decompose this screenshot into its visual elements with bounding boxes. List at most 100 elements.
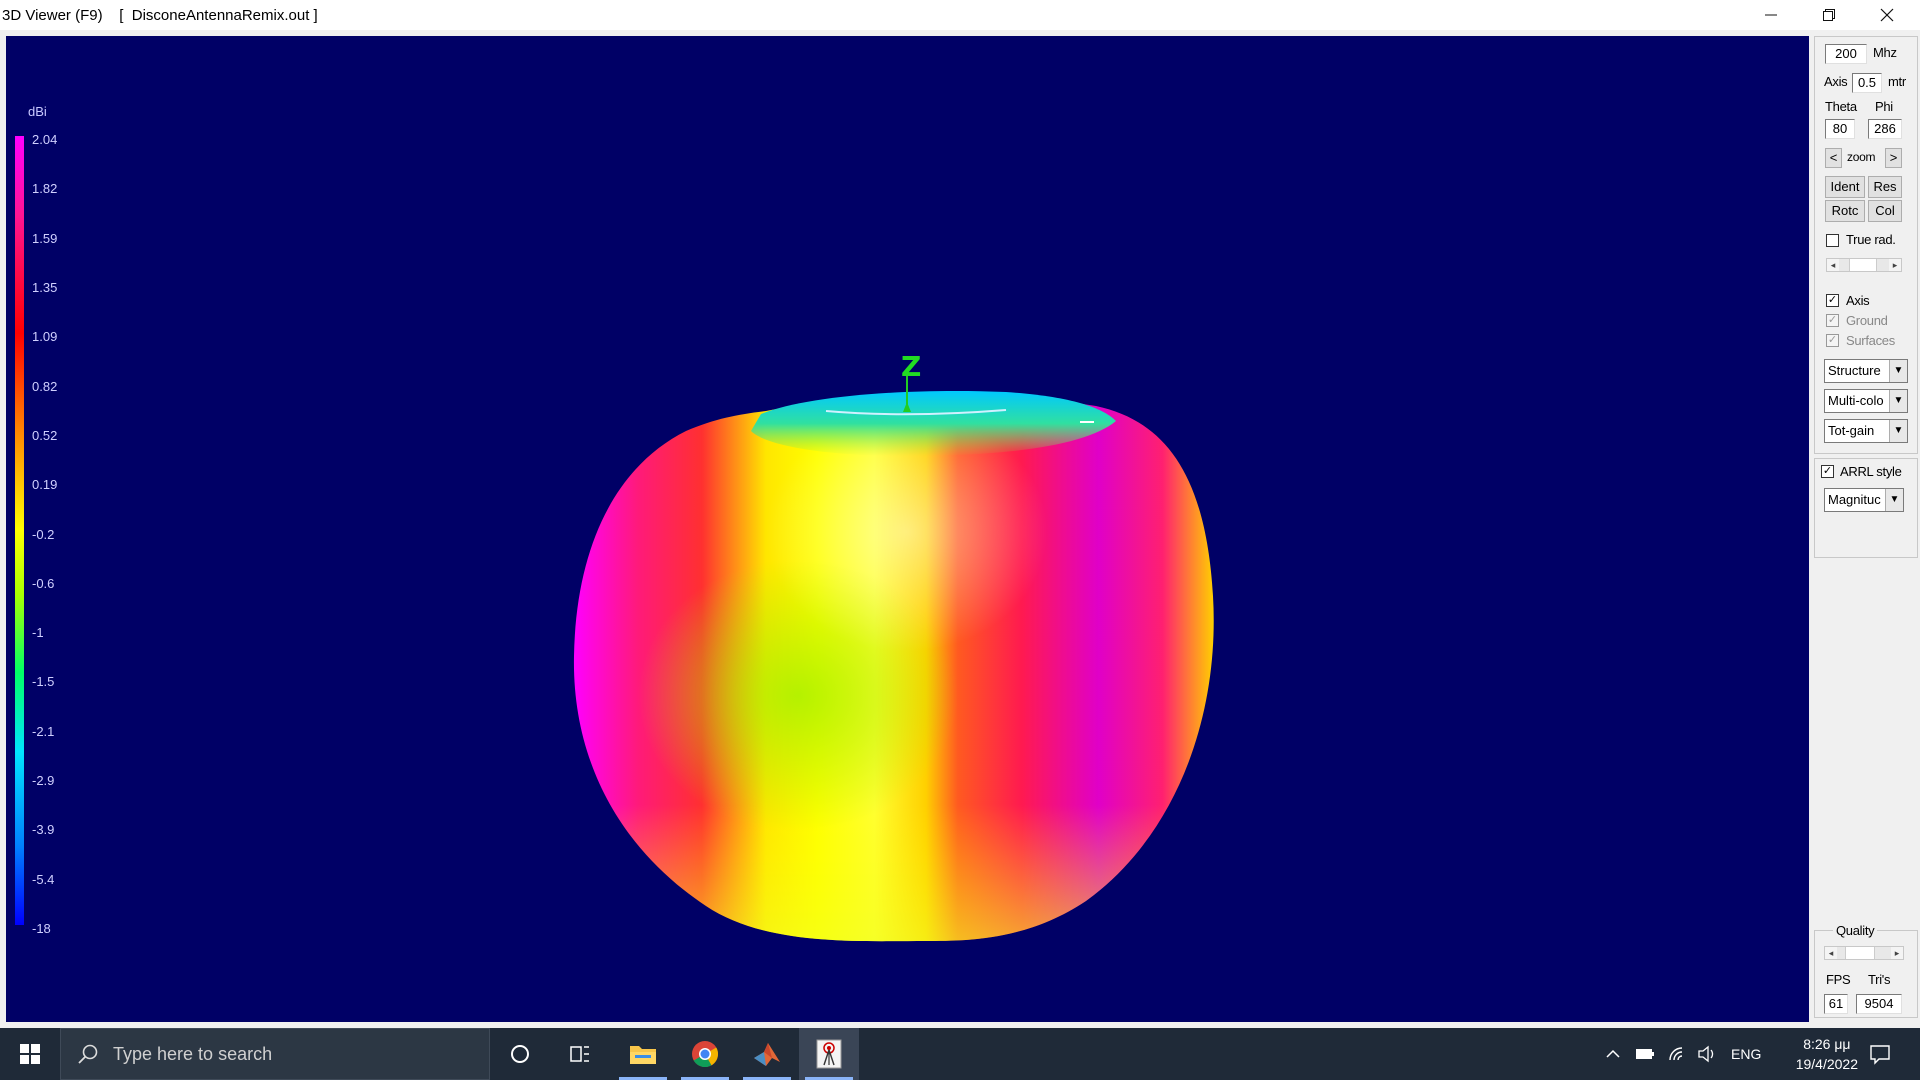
rotation-slider[interactable]: ◂ ▸ [1826, 258, 1902, 272]
chrome-button[interactable] [675, 1028, 735, 1080]
legend-tick-label: 2.04 [32, 132, 58, 147]
chevron-up-icon[interactable] [1605, 1046, 1621, 1062]
quality-label: Quality [1833, 923, 1878, 938]
wifi-icon[interactable] [1667, 1045, 1687, 1063]
minimize-button[interactable] [1742, 0, 1800, 30]
radiation-pattern-3d[interactable] [6, 36, 1809, 1022]
quality-slider[interactable]: ◂ ▸ [1824, 946, 1904, 960]
chevron-down-icon[interactable]: ▼ [1889, 360, 1907, 382]
antenna-app-button[interactable] [799, 1028, 859, 1080]
arrl-style-checkbox[interactable]: ✓ [1821, 465, 1834, 478]
surfaces-checkbox: ✓ [1826, 334, 1839, 347]
legend-tick-label: -3.9 [32, 822, 55, 838]
file-explorer-button[interactable] [613, 1028, 673, 1080]
minimize-icon [1765, 14, 1777, 16]
chevron-down-icon[interactable]: ▼ [1889, 420, 1907, 442]
col-button[interactable]: Col [1868, 200, 1902, 222]
slider-thumb[interactable] [1845, 947, 1875, 959]
magnitude-select[interactable]: Magnituc ▼ [1824, 488, 1904, 512]
true-rad-checkbox[interactable] [1826, 234, 1839, 247]
tris-value: 9504 [1856, 994, 1902, 1014]
z-axis-label: Z [901, 350, 922, 383]
zoom-out-button[interactable]: < [1825, 148, 1842, 168]
taskbar: Type here to search ENG 8:26 μμ 19/4/202… [0, 1028, 1920, 1080]
axis-size-field[interactable]: 0.5 [1852, 73, 1882, 93]
phi-field[interactable]: 286 [1868, 119, 1902, 139]
fps-label: FPS [1826, 972, 1851, 987]
legend-tick-label: 1.59 [32, 230, 58, 246]
3d-viewport[interactable]: Z dBi 2.04 1.82 1.59 1.35 1.09 0.82 0.52 0.19 -0… [6, 36, 1809, 1022]
battery-icon[interactable] [1635, 1047, 1655, 1061]
legend-tick-label: 1.35 [32, 279, 58, 295]
legend-tick-label: -1.5 [32, 674, 55, 690]
zoom-in-button[interactable]: > [1885, 148, 1902, 168]
frequency-field[interactable]: 200 [1825, 44, 1867, 64]
gain-type-select[interactable]: Tot-gain ▼ [1824, 419, 1908, 443]
language-indicator[interactable]: ENG [1731, 1046, 1761, 1062]
window-title: 3D Viewer (F9) [ DisconeAntennaRemix.out… [0, 7, 318, 24]
fps-value: 61 [1824, 994, 1848, 1014]
theta-field[interactable]: 80 [1825, 119, 1855, 139]
legend-tick-label: 0.82 [32, 378, 58, 394]
color-mode-value: Multi-colo [1828, 393, 1884, 408]
clock-date: 19/4/2022 [1795, 1056, 1858, 1072]
close-button[interactable] [1858, 0, 1916, 30]
legend-unit: dBi [28, 104, 47, 119]
slider-right-arrow-icon[interactable]: ▸ [1889, 259, 1901, 271]
windows-start-icon [20, 1044, 40, 1064]
window-titlebar: 3D Viewer (F9) [ DisconeAntennaRemix.out… [0, 0, 1920, 30]
slider-right-arrow-icon[interactable]: ▸ [1891, 947, 1903, 959]
cortana-button[interactable] [490, 1028, 550, 1080]
taskbar-search-box[interactable]: Type here to search [60, 1028, 490, 1080]
ground-checkbox-label: Ground [1846, 313, 1888, 328]
start-button[interactable] [0, 1028, 60, 1080]
volume-icon[interactable] [1697, 1045, 1717, 1063]
legend-tick-label: 0.19 [32, 477, 58, 493]
axis-checkbox[interactable]: ✓ [1826, 294, 1839, 307]
system-tray: ENG [1605, 1028, 1761, 1080]
res-button[interactable]: Res [1868, 176, 1902, 198]
app-title: 3D Viewer (F9) [2, 6, 103, 24]
task-view-icon [570, 1046, 589, 1062]
rotc-button[interactable]: Rotc [1825, 200, 1865, 222]
clock[interactable]: 8:26 μμ 19/4/2022 [1796, 1034, 1858, 1074]
display-mode-value: Structure [1828, 363, 1881, 378]
cortana-icon [511, 1045, 529, 1063]
slider-left-arrow-icon[interactable]: ◂ [1825, 947, 1837, 959]
task-view-button[interactable] [550, 1028, 610, 1080]
legend-tick-label: -1 [32, 625, 44, 641]
phi-label: Phi [1875, 99, 1893, 114]
surfaces-checkbox-label: Surfaces [1846, 333, 1895, 348]
legend-tick-label: -2.1 [32, 723, 55, 739]
file-explorer-icon [630, 1046, 656, 1064]
legend-tick-label: -18 [32, 921, 51, 936]
matlab-icon [754, 1043, 780, 1066]
restore-button[interactable] [1800, 0, 1858, 30]
legend-tick-label: -2.9 [32, 773, 55, 789]
file-name: [ DisconeAntennaRemix.out ] [119, 6, 318, 24]
ground-checkbox: ✓ [1826, 314, 1839, 327]
ident-button[interactable]: Ident [1825, 176, 1865, 198]
axis-size-unit: mtr [1888, 74, 1906, 89]
axis-checkbox-label: Axis [1846, 293, 1870, 308]
restore-icon [1823, 9, 1835, 21]
display-mode-select[interactable]: Structure ▼ [1824, 359, 1908, 383]
slider-thumb[interactable] [1849, 259, 1877, 271]
antenna-app-icon [816, 1039, 842, 1069]
chevron-down-icon[interactable]: ▼ [1889, 390, 1907, 412]
color-mode-select[interactable]: Multi-colo ▼ [1824, 389, 1908, 413]
true-rad-label: True rad. [1846, 232, 1896, 247]
pattern-bottom-shade [573, 395, 1214, 942]
close-icon [1880, 8, 1894, 22]
legend-tick-label: -0.2 [32, 526, 55, 542]
search-icon [78, 1044, 98, 1064]
matlab-button[interactable] [737, 1028, 797, 1080]
slider-left-arrow-icon[interactable]: ◂ [1827, 259, 1839, 271]
control-panel: 200 Mhz Axis 0.5 mtr Theta Phi 80 286 < … [1810, 36, 1920, 1022]
legend-tick-label: -0.6 [32, 575, 55, 591]
legend-color-bar [15, 136, 24, 925]
chevron-down-icon[interactable]: ▼ [1885, 489, 1903, 511]
gain-type-value: Tot-gain [1828, 423, 1875, 438]
notification-button[interactable] [1850, 1028, 1910, 1080]
magnitude-value: Magnituc [1828, 492, 1881, 507]
